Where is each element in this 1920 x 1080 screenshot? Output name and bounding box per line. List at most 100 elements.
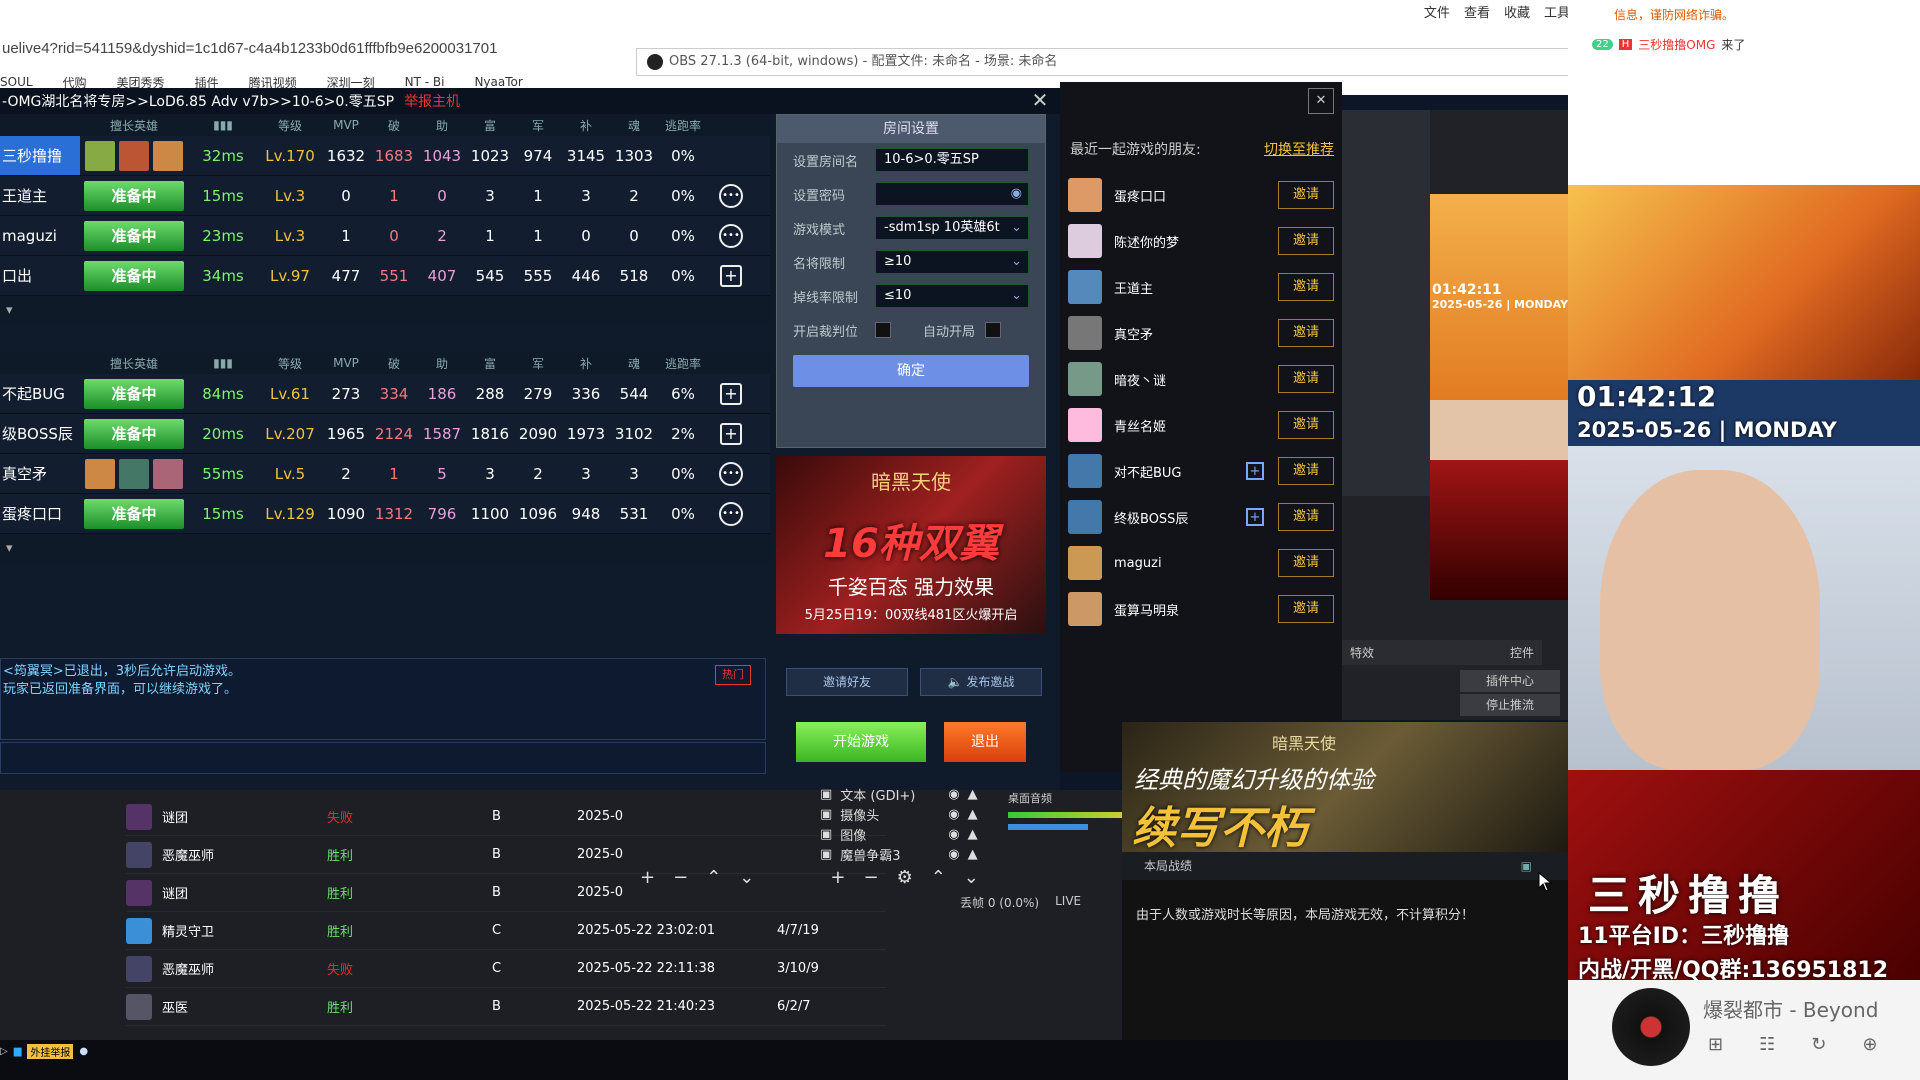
play-icon[interactable]: ▷ xyxy=(0,1046,8,1057)
chat-input[interactable] xyxy=(0,742,766,774)
player-row[interactable]: 级BOSS辰 准备中 20ms Lv.207 1965 2124 1587 1816 2090 1… xyxy=(0,414,770,454)
friend-name[interactable]: 对不起BUG xyxy=(1114,462,1246,481)
chat-bubble-icon[interactable]: ••• xyxy=(719,223,743,248)
friend-name[interactable]: 蛋算马明泉 xyxy=(1114,600,1278,619)
plugin-center-button[interactable]: 插件中心 xyxy=(1460,670,1560,692)
viewer-name[interactable]: 三秒撸撸OMG xyxy=(1638,36,1715,53)
player-row[interactable]: 真空矛 55ms Lv.5 2 1 5 3 2 3 3 0% ••• xyxy=(0,454,770,494)
player-name[interactable]: 级BOSS辰 xyxy=(0,423,80,444)
player-name[interactable]: maguzi xyxy=(0,227,80,245)
add-friend-icon[interactable]: + xyxy=(720,264,742,287)
team-dropdown[interactable]: ▾ xyxy=(0,534,770,562)
history-row[interactable]: 谜团 失败 B 2025-0 xyxy=(126,798,886,836)
player-name[interactable]: 王道主 xyxy=(0,185,80,206)
publish-challenge-button[interactable]: 🔈 发布邀战 xyxy=(920,668,1042,696)
switch-recommend-link[interactable]: 切换至推荐 xyxy=(1264,139,1334,159)
drop-limit-select[interactable]: ≤10 ⌄ xyxy=(875,284,1029,308)
player-row[interactable]: 蛋疼口口 准备中 15ms Lv.129 1090 1312 796 1100 1096 948 5… xyxy=(0,494,770,534)
menu-item[interactable]: 收藏 xyxy=(1504,2,1530,21)
obs-source-item[interactable]: ▣ 文本 (GDI+) ◉ ▲ xyxy=(820,784,985,804)
stream-promo-banner[interactable]: 暗黑天使 经典的魔幻升级的体验 续写不朽 xyxy=(1122,722,1568,854)
player-name[interactable]: 口出 xyxy=(0,265,80,286)
menu-item[interactable]: 工具 xyxy=(1544,2,1570,21)
add-friend-icon[interactable]: + xyxy=(720,422,742,445)
friend-name[interactable]: 王道主 xyxy=(1114,278,1278,297)
invite-button[interactable]: 邀请 xyxy=(1278,181,1334,209)
menu-item[interactable]: 文件 xyxy=(1424,2,1450,21)
chat-bubble-icon[interactable]: ••• xyxy=(719,461,743,486)
room-name-input[interactable]: 10-6>0.零五SP xyxy=(875,148,1029,172)
effects-tab[interactable]: 特效 xyxy=(1350,644,1374,661)
bookmark-item[interactable]: SOUL xyxy=(0,75,33,89)
lock-icon[interactable]: ▲ xyxy=(968,847,978,862)
download-icon[interactable]: ⊕ xyxy=(1862,1034,1877,1055)
player-name[interactable]: 三秒撸撸 xyxy=(0,145,80,166)
close-icon[interactable]: ✕ xyxy=(1308,88,1334,114)
remove-icon[interactable]: − xyxy=(863,867,878,888)
chat-bubble-icon[interactable]: ••• xyxy=(719,183,743,208)
friend-name[interactable]: 真空矛 xyxy=(1114,324,1278,343)
camera-icon[interactable]: ▣ xyxy=(1521,852,1532,880)
invite-button[interactable]: 邀请 xyxy=(1278,227,1334,255)
remove-icon[interactable]: − xyxy=(673,867,688,888)
add-friend-icon[interactable]: + xyxy=(1246,508,1264,526)
invite-button[interactable]: 邀请 xyxy=(1278,365,1334,393)
auto-start-checkbox[interactable] xyxy=(985,322,1001,338)
obs-source-item[interactable]: ▣ 图像 ◉ ▲ xyxy=(820,824,985,844)
lock-icon[interactable]: ▲ xyxy=(968,827,978,842)
lock-icon[interactable]: ▲ xyxy=(968,807,978,822)
friend-name[interactable]: 陈述你的梦 xyxy=(1114,232,1278,251)
password-input[interactable]: ◉ xyxy=(875,182,1029,206)
volume-slider[interactable] xyxy=(1008,824,1088,830)
player-row[interactable]: maguzi 准备中 23ms Lv.3 1 0 2 1 1 0 0 0% ••• xyxy=(0,216,770,256)
move-up-icon[interactable]: ⌃ xyxy=(931,867,946,888)
menu-item[interactable]: 查看 xyxy=(1464,2,1490,21)
chat-bubble-icon[interactable]: ••• xyxy=(719,501,743,526)
move-down-icon[interactable]: ⌄ xyxy=(964,867,979,888)
move-up-icon[interactable]: ⌃ xyxy=(706,867,721,888)
obs-source-item[interactable]: ▣ 魔兽争霸3 ◉ ▲ xyxy=(820,844,985,864)
eye-icon[interactable]: ◉ xyxy=(1011,183,1022,205)
confirm-button[interactable]: 确定 xyxy=(793,355,1029,387)
gear-icon[interactable]: ⚙ xyxy=(897,867,913,888)
add-icon[interactable]: + xyxy=(830,867,845,888)
move-down-icon[interactable]: ⌄ xyxy=(739,867,754,888)
cheat-report-button[interactable]: 外挂举报 xyxy=(27,1043,74,1059)
player-name[interactable]: 真空矛 xyxy=(0,463,80,484)
friend-name[interactable]: 终极BOSS辰 xyxy=(1114,508,1246,527)
friend-name[interactable]: maguzi xyxy=(1114,556,1278,571)
invite-button[interactable]: 邀请 xyxy=(1278,549,1334,577)
add-friend-icon[interactable]: + xyxy=(1246,462,1264,480)
player-name[interactable]: 不起BUG xyxy=(0,383,80,404)
history-row[interactable]: 恶魔巫师 失败 C 2025-05-22 22:11:38 3/10/9 xyxy=(126,950,886,988)
report-host-link[interactable]: 举报主机 xyxy=(404,91,460,111)
player-name[interactable]: 蛋疼口口 xyxy=(0,503,80,524)
exit-button[interactable]: 退出 xyxy=(944,722,1026,762)
invite-button[interactable]: 邀请 xyxy=(1278,319,1334,347)
game-mode-select[interactable]: -sdm1sp 10英雄6t ⌄ xyxy=(875,216,1029,240)
start-game-button[interactable]: 开始游戏 xyxy=(796,722,926,762)
url-bar[interactable]: uelive4?rid=541159&dyshid=1c1d67-c4a4b12… xyxy=(0,36,640,62)
stop-stream-button[interactable]: 停止推流 xyxy=(1460,694,1560,716)
invite-button[interactable]: 邀请 xyxy=(1278,595,1334,623)
invite-button[interactable]: 邀请 xyxy=(1278,273,1334,301)
bookmark-item[interactable]: NT - Bi xyxy=(405,75,445,89)
friend-name[interactable]: 蛋疼口口 xyxy=(1114,186,1278,205)
invite-button[interactable]: 邀请 xyxy=(1278,411,1334,439)
obs-source-item[interactable]: ▣ 摄像头 ◉ ▲ xyxy=(820,804,985,824)
invite-button[interactable]: 邀请 xyxy=(1278,457,1334,485)
referee-checkbox[interactable] xyxy=(875,322,891,338)
rank-limit-select[interactable]: ≥10 ⌄ xyxy=(875,250,1029,274)
add-playlist-icon[interactable]: ⊞ xyxy=(1708,1034,1723,1055)
add-icon[interactable]: + xyxy=(640,867,655,888)
eye-icon[interactable]: ◉ xyxy=(948,787,959,802)
friend-name[interactable]: 青丝名姬 xyxy=(1114,416,1278,435)
history-row[interactable]: 巫医 胜利 B 2025-05-22 21:40:23 6/2/7 xyxy=(126,988,886,1026)
chat-icon[interactable]: ▆ xyxy=(14,1046,22,1057)
add-friend-icon[interactable]: + xyxy=(720,382,742,405)
eye-icon[interactable]: ◉ xyxy=(948,847,959,862)
close-icon[interactable]: ✕ xyxy=(1020,88,1060,112)
comment-icon[interactable]: ☷ xyxy=(1759,1034,1775,1055)
eye-icon[interactable]: ◉ xyxy=(948,827,959,842)
promo-banner[interactable]: 暗黑天使 16种双翼 千姿百态 强力效果 5月25日19：00双线481区火爆开… xyxy=(776,456,1046,634)
